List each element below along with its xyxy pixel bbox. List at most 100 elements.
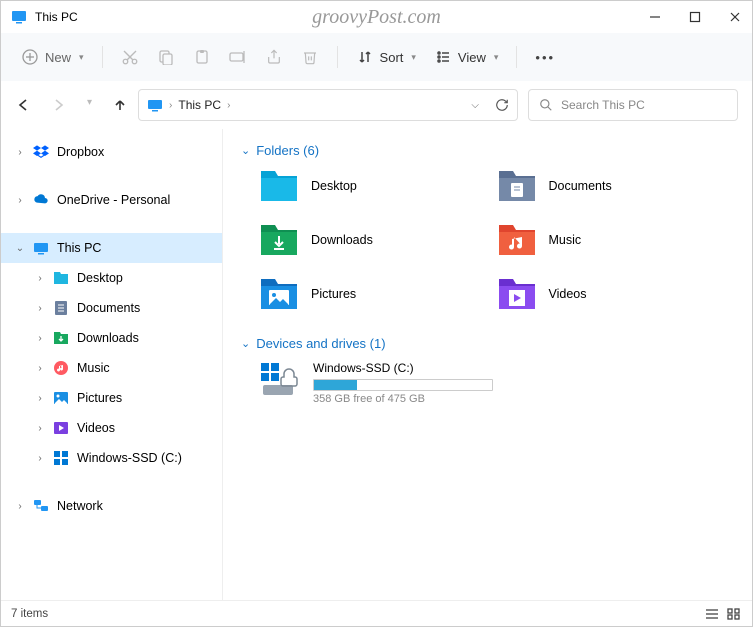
sidebar-label: Videos bbox=[77, 421, 115, 435]
pictures-folder-icon bbox=[259, 276, 299, 312]
sidebar-label: Dropbox bbox=[57, 145, 104, 159]
chevron-right-icon[interactable]: › bbox=[15, 147, 25, 158]
chevron-down-icon: ▾ bbox=[79, 52, 84, 63]
sidebar-label: Documents bbox=[77, 301, 140, 315]
documents-icon bbox=[53, 300, 69, 316]
folder-label: Pictures bbox=[311, 287, 356, 301]
sidebar-label: Downloads bbox=[77, 331, 139, 345]
address-bar[interactable]: › This PC › ⌵ bbox=[138, 89, 518, 121]
folder-downloads[interactable]: Downloads bbox=[259, 222, 497, 258]
folders-header-label: Folders (6) bbox=[256, 143, 319, 158]
folder-videos[interactable]: Videos bbox=[497, 276, 735, 312]
desktop-icon bbox=[53, 270, 69, 286]
delete-button[interactable] bbox=[295, 44, 325, 70]
folder-label: Desktop bbox=[311, 179, 357, 193]
more-button[interactable]: ••• bbox=[529, 46, 561, 69]
sidebar-label: Windows-SSD (C:) bbox=[77, 451, 182, 465]
separator bbox=[102, 46, 103, 68]
share-button[interactable] bbox=[259, 44, 289, 70]
rename-button[interactable] bbox=[223, 44, 253, 70]
paste-icon bbox=[193, 48, 211, 66]
address-dropdown[interactable]: ⌵ bbox=[471, 100, 479, 111]
music-folder-icon bbox=[497, 222, 537, 258]
back-button[interactable] bbox=[15, 97, 31, 113]
new-button[interactable]: New ▾ bbox=[15, 44, 90, 70]
folder-desktop[interactable]: Desktop bbox=[259, 168, 497, 204]
chevron-right-icon[interactable]: › bbox=[35, 333, 45, 344]
chevron-down-icon: ▾ bbox=[411, 52, 416, 63]
chevron-right-icon[interactable]: › bbox=[35, 453, 45, 464]
sidebar-item-onedrive[interactable]: › OneDrive - Personal bbox=[1, 185, 222, 215]
chevron-right-icon[interactable]: › bbox=[15, 501, 25, 512]
trash-icon bbox=[301, 48, 319, 66]
window-title: This PC bbox=[35, 10, 78, 24]
separator bbox=[337, 46, 338, 68]
sidebar-label: Pictures bbox=[77, 391, 122, 405]
folder-label: Videos bbox=[549, 287, 587, 301]
documents-folder-icon bbox=[497, 168, 537, 204]
videos-folder-icon bbox=[497, 276, 537, 312]
chevron-down-icon[interactable]: ⌄ bbox=[15, 243, 25, 254]
sort-button[interactable]: Sort ▾ bbox=[350, 44, 422, 70]
scissors-icon bbox=[121, 48, 139, 66]
cut-button[interactable] bbox=[115, 44, 145, 70]
view-large-button[interactable] bbox=[726, 607, 742, 621]
group-header-folders[interactable]: ⌄ Folders (6) bbox=[241, 143, 734, 158]
chevron-right-icon[interactable]: › bbox=[35, 393, 45, 404]
view-label: View bbox=[458, 50, 486, 65]
chevron-down-icon: ⌄ bbox=[241, 144, 250, 157]
copy-icon bbox=[157, 48, 175, 66]
sidebar-item-music[interactable]: › Music bbox=[1, 353, 222, 383]
breadcrumb-thispc[interactable]: This PC bbox=[178, 98, 221, 112]
chevron-right-icon[interactable]: › bbox=[35, 303, 45, 314]
sidebar-item-desktop[interactable]: › Desktop bbox=[1, 263, 222, 293]
this-pc-icon bbox=[33, 240, 49, 256]
pictures-icon bbox=[53, 390, 69, 406]
drive-windows-ssd[interactable]: Windows-SSD (C:) 358 GB free of 475 GB bbox=[259, 361, 734, 405]
sort-label: Sort bbox=[380, 50, 404, 65]
close-button[interactable] bbox=[728, 10, 742, 24]
up-button[interactable] bbox=[112, 97, 128, 113]
plus-circle-icon bbox=[21, 48, 39, 66]
sidebar-item-dropbox[interactable]: › Dropbox bbox=[1, 137, 222, 167]
paste-button[interactable] bbox=[187, 44, 217, 70]
drive-icon bbox=[53, 450, 69, 466]
folder-documents[interactable]: Documents bbox=[497, 168, 735, 204]
sidebar-item-thispc[interactable]: ⌄ This PC bbox=[1, 233, 222, 263]
chevron-right-icon[interactable]: › bbox=[35, 423, 45, 434]
copy-button[interactable] bbox=[151, 44, 181, 70]
sidebar-item-videos[interactable]: › Videos bbox=[1, 413, 222, 443]
sidebar-item-downloads[interactable]: › Downloads bbox=[1, 323, 222, 353]
forward-button[interactable] bbox=[51, 97, 67, 113]
sort-icon bbox=[356, 48, 374, 66]
view-details-button[interactable] bbox=[704, 607, 720, 621]
search-input[interactable]: Search This PC bbox=[528, 89, 738, 121]
chevron-right-icon[interactable]: › bbox=[35, 273, 45, 284]
chevron-down-icon: ▾ bbox=[494, 52, 499, 63]
recent-button[interactable]: ▾ bbox=[87, 97, 92, 113]
music-icon bbox=[53, 360, 69, 376]
chevron-right-icon[interactable]: › bbox=[227, 100, 230, 111]
sidebar-label: This PC bbox=[57, 241, 101, 255]
sidebar-item-network[interactable]: › Network bbox=[1, 491, 222, 521]
refresh-button[interactable] bbox=[495, 98, 509, 112]
folder-label: Documents bbox=[549, 179, 612, 193]
drive-usage-bar bbox=[313, 379, 493, 391]
folder-pictures[interactable]: Pictures bbox=[259, 276, 497, 312]
chevron-right-icon[interactable]: › bbox=[169, 100, 172, 111]
search-placeholder: Search This PC bbox=[561, 98, 645, 112]
sidebar-item-documents[interactable]: › Documents bbox=[1, 293, 222, 323]
sidebar-item-ssd[interactable]: › Windows-SSD (C:) bbox=[1, 443, 222, 473]
sidebar-item-pictures[interactable]: › Pictures bbox=[1, 383, 222, 413]
chevron-right-icon[interactable]: › bbox=[35, 363, 45, 374]
group-header-drives[interactable]: ⌄ Devices and drives (1) bbox=[241, 336, 734, 351]
chevron-right-icon[interactable]: › bbox=[15, 195, 25, 206]
this-pc-icon bbox=[147, 97, 163, 113]
folder-music[interactable]: Music bbox=[497, 222, 735, 258]
minimize-button[interactable] bbox=[648, 10, 662, 24]
network-icon bbox=[33, 498, 49, 514]
folder-label: Music bbox=[549, 233, 582, 247]
status-item-count: 7 items bbox=[11, 608, 48, 620]
view-button[interactable]: View ▾ bbox=[428, 44, 504, 70]
maximize-button[interactable] bbox=[688, 10, 702, 24]
